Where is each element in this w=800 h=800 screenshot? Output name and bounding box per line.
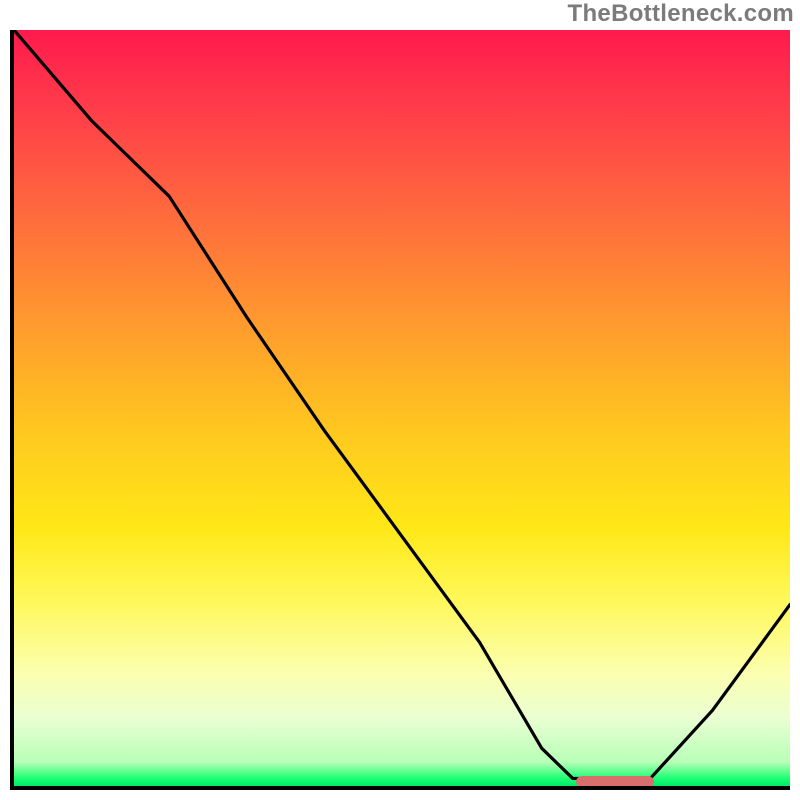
watermark-text: TheBottleneck.com <box>568 0 794 28</box>
chart-frame: TheBottleneck.com <box>0 0 800 800</box>
bottleneck-curve-path <box>14 30 790 778</box>
curve-svg <box>14 30 790 786</box>
optimal-range-marker <box>576 776 654 788</box>
chart-area <box>10 30 790 790</box>
